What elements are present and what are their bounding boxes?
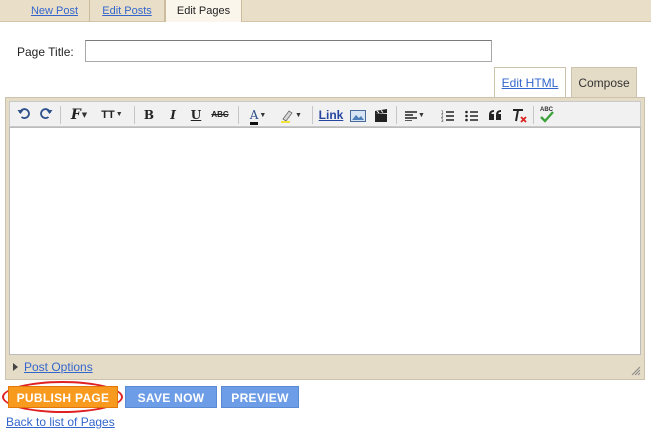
back-to-pages-link[interactable]: Back to list of Pages xyxy=(6,415,115,429)
formatting-toolbar: F▼ TT▼ B I U ABC A▼ ▼ Link ▼ 1 2 3 ABC xyxy=(9,101,641,127)
preview-button[interactable]: PREVIEW xyxy=(221,386,299,408)
resize-handle-icon[interactable] xyxy=(631,366,641,376)
font-size-dropdown[interactable]: TT▼ xyxy=(96,105,128,125)
insert-video-icon[interactable] xyxy=(372,105,390,125)
toolbar-separator xyxy=(134,106,135,124)
top-tab-bar: New Post Edit Posts Edit Pages xyxy=(0,0,651,23)
italic-button[interactable]: I xyxy=(165,105,181,125)
publish-page-button[interactable]: PUBLISH PAGE xyxy=(8,386,118,408)
expand-arrow-icon xyxy=(13,362,18,371)
toolbar-separator xyxy=(533,106,534,124)
svg-text:3: 3 xyxy=(441,118,444,122)
font-icon: F xyxy=(70,107,81,123)
post-options-label: Post Options xyxy=(24,359,93,374)
toolbar-separator xyxy=(60,106,61,124)
highlight-color-dropdown[interactable]: ▼ xyxy=(276,105,306,125)
tab-edit-posts[interactable]: Edit Posts xyxy=(90,0,165,22)
editor-frame: F▼ TT▼ B I U ABC A▼ ▼ Link ▼ 1 2 3 ABC P… xyxy=(5,97,645,380)
content-editing-area[interactable] xyxy=(9,127,641,355)
page-title-input[interactable] xyxy=(85,40,492,62)
font-size-icon: TT xyxy=(101,109,115,121)
text-color-icon: A xyxy=(249,109,259,125)
undo-icon[interactable] xyxy=(15,105,33,125)
insert-image-icon[interactable] xyxy=(348,105,368,125)
spellcheck-icon[interactable]: ABC xyxy=(538,105,558,125)
bulleted-list-icon[interactable] xyxy=(462,105,480,125)
remove-formatting-icon[interactable] xyxy=(510,105,528,125)
redo-icon[interactable] xyxy=(37,105,55,125)
font-family-dropdown[interactable]: F▼ xyxy=(65,105,93,125)
alignment-dropdown[interactable]: ▼ xyxy=(401,105,429,125)
tab-edit-html[interactable]: Edit HTML xyxy=(494,67,566,97)
strikethrough-button[interactable]: ABC xyxy=(209,105,231,125)
tab-new-post[interactable]: New Post xyxy=(20,0,90,22)
numbered-list-icon[interactable]: 123 xyxy=(438,105,456,125)
post-options-toggle[interactable]: Post Options xyxy=(13,359,93,374)
toolbar-separator xyxy=(396,106,397,124)
page-editor: Page Title: Edit HTML Compose F▼ TT▼ B I… xyxy=(0,22,651,441)
blockquote-icon[interactable] xyxy=(486,105,504,125)
bold-button[interactable]: B xyxy=(141,105,157,125)
tab-compose[interactable]: Compose xyxy=(571,67,637,97)
underline-button[interactable]: U xyxy=(188,105,204,125)
toolbar-separator xyxy=(312,106,313,124)
highlighter-icon xyxy=(281,110,293,123)
link-button[interactable]: Link xyxy=(317,105,345,125)
toolbar-separator xyxy=(238,106,239,124)
align-left-icon xyxy=(405,111,418,122)
save-now-button[interactable]: SAVE NOW xyxy=(125,386,217,408)
text-color-dropdown[interactable]: A▼ xyxy=(244,105,272,125)
page-title-label: Page Title: xyxy=(17,45,74,59)
tab-edit-pages[interactable]: Edit Pages xyxy=(165,0,242,23)
